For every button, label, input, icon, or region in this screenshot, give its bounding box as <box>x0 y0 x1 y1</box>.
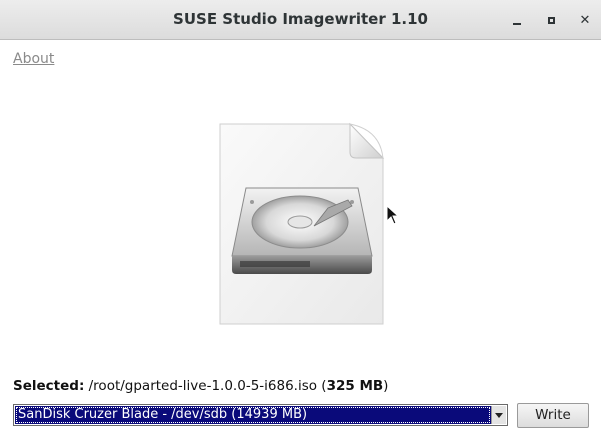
device-selected-value: SanDisk Cruzer Blade - /dev/sdb (14939 M… <box>15 406 491 424</box>
maximize-button[interactable] <box>540 9 562 31</box>
minimize-icon <box>513 23 521 25</box>
chevron-down-icon[interactable] <box>491 406 506 424</box>
minimize-button[interactable] <box>506 9 528 31</box>
about-link[interactable]: About <box>13 51 54 67</box>
drive-document-icon <box>210 118 400 330</box>
close-icon: ✕ <box>579 12 591 28</box>
close-button[interactable]: ✕ <box>574 9 596 31</box>
device-select[interactable]: SanDisk Cruzer Blade - /dev/sdb (14939 M… <box>13 404 508 426</box>
mouse-pointer-icon <box>386 204 400 229</box>
title-bar: SUSE Studio Imagewriter 1.10 ✕ <box>0 0 601 40</box>
selected-file-path: /root/gparted-live-1.0.0-5-i686.iso ( <box>84 378 327 394</box>
write-button[interactable]: Write <box>517 403 589 428</box>
selected-label: Selected: <box>13 378 85 394</box>
selected-file-size: 325 MB <box>326 378 384 394</box>
selected-file-info: Selected: /root/gparted-live-1.0.0-5-i68… <box>13 378 388 394</box>
selected-close-paren: ) <box>383 378 389 394</box>
maximize-icon <box>547 16 555 24</box>
